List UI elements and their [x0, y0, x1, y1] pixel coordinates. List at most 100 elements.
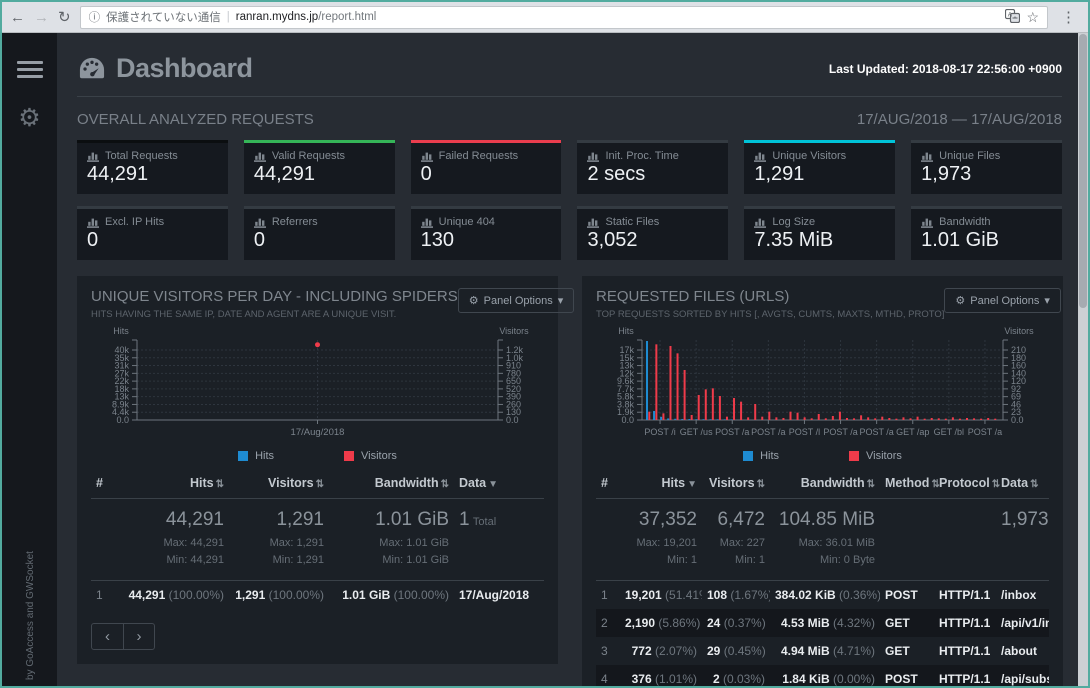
browser-menu-icon[interactable]: ⋮ — [1057, 8, 1080, 26]
col-visitors[interactable]: Visitors⇅ — [229, 468, 329, 499]
requested-files-chart: HitsVisitors0.00.01.9k233.8k465.8k697.7k… — [596, 324, 1049, 450]
scrollbar-thumb[interactable] — [1079, 34, 1087, 308]
metric-value: 2 secs — [587, 163, 718, 186]
col-hits[interactable]: Hits⇅ — [119, 468, 229, 499]
bar-chart-icon — [587, 151, 600, 162]
metric-card: Unique 404130 — [411, 206, 562, 260]
col-rank[interactable]: # — [91, 468, 119, 499]
col-bandwidth[interactable]: Bandwidth⇅ — [770, 468, 880, 499]
chart-legend: Hits Visitors — [596, 450, 1049, 462]
panel-options-button[interactable]: ⚙ Panel Options ▾ — [458, 288, 575, 313]
table-row[interactable]: 4376 (1.01%)2 (0.03%)1.84 KiB (0.00%)POS… — [596, 665, 1049, 686]
metric-value: 44,291 — [87, 163, 218, 186]
pagination: ‹ › — [91, 623, 155, 650]
metric-value: 3,052 — [587, 229, 718, 252]
svg-text:POST /l: POST /l — [789, 427, 820, 437]
info-icon[interactable]: ⓘ — [89, 9, 101, 25]
svg-text:GET /bl: GET /bl — [934, 427, 964, 437]
address-bar[interactable]: ⓘ 保護されていない通信 | ranran.mydns.jp/report.ht… — [80, 6, 1048, 29]
table-row[interactable]: 22,190 (5.86%)24 (0.37%)4.53 MiB (4.32%)… — [596, 609, 1049, 637]
menu-icon[interactable] — [17, 61, 43, 78]
col-hits[interactable]: Hits▼ — [620, 468, 702, 499]
browser-toolbar: ← → ↻ ⓘ 保護されていない通信 | ranran.mydns.jp/rep… — [2, 2, 1088, 33]
svg-text:POST /a: POST /a — [968, 427, 1002, 437]
panel-unique-visitors: UNIQUE VISITORS PER DAY - INCLUDING SPID… — [77, 276, 558, 664]
metric-label: Log Size — [772, 216, 815, 228]
metric-card: Unique Files1,973 — [911, 140, 1062, 194]
panel-subtitle: TOP REQUESTS SORTED BY HITS [, AVGTS, CU… — [596, 309, 944, 320]
panels: UNIQUE VISITORS PER DAY - INCLUDING SPID… — [77, 276, 1062, 686]
col-protocol[interactable]: Protocol⇅ — [934, 468, 996, 499]
metric-card: Excl. IP Hits0 — [77, 206, 228, 260]
metric-label: Unique Visitors — [772, 150, 846, 162]
overview-section-header: OVERALL ANALYZED REQUESTS 17/AUG/2018 — … — [77, 111, 1062, 128]
svg-text:A: A — [1008, 11, 1013, 18]
svg-text:17/Aug/2018: 17/Aug/2018 — [291, 427, 345, 438]
summary-row: 44,291Max: 44,291Min: 44,291 1,291Max: 1… — [91, 499, 544, 581]
metric-card: Referrers0 — [244, 206, 395, 260]
bar-chart-icon — [921, 151, 934, 162]
requests-table: # Hits▼ Visitors⇅ Bandwidth⇅ Method⇅ Pro… — [596, 468, 1049, 686]
table-row[interactable]: 119,201 (51.41%)108 (1.67%)384.02 KiB (0… — [596, 581, 1049, 610]
page-scrollbar[interactable] — [1078, 33, 1088, 686]
table-row[interactable]: 1 44,291 (100.00%) 1,291 (100.00%) 1.01 … — [91, 581, 544, 610]
panel-subtitle: HITS HAVING THE SAME IP, DATE AND AGENT … — [91, 309, 458, 320]
col-rank[interactable]: # — [596, 468, 620, 499]
back-icon[interactable]: ← — [10, 10, 25, 25]
security-label: 保護されていない通信 — [106, 9, 221, 25]
svg-text:17k: 17k — [619, 345, 634, 355]
metric-value: 1,291 — [754, 163, 885, 186]
forward-icon[interactable]: → — [34, 10, 49, 25]
metric-value: 0 — [421, 163, 552, 186]
visitors-swatch — [344, 451, 354, 461]
col-data[interactable]: Data▼ — [454, 468, 544, 499]
translate-icon[interactable]: A — [1005, 9, 1020, 26]
next-page-button[interactable]: › — [123, 624, 154, 649]
col-visitors[interactable]: Visitors⇅ — [702, 468, 770, 499]
visitors-table: # Hits⇅ Visitors⇅ Bandwidth⇅ Data▼ 44,29… — [91, 468, 544, 609]
metric-value: 1,973 — [921, 163, 1052, 186]
sort-icon: ▼ — [488, 479, 498, 490]
svg-text:POST /a: POST /a — [859, 427, 893, 437]
date-range: 17/AUG/2018 — 17/AUG/2018 — [857, 111, 1062, 128]
svg-text:Hits: Hits — [113, 326, 129, 336]
hits-swatch — [238, 451, 248, 461]
panel-title: REQUESTED FILES (URLS) — [596, 288, 944, 305]
metric-card: Total Requests44,291 — [77, 140, 228, 194]
table-row[interactable]: 3772 (2.07%)29 (0.45%)4.94 MiB (4.71%)GE… — [596, 637, 1049, 665]
credit-text: by GoAccess and GWSocket — [25, 551, 36, 680]
page-title: Dashboard — [116, 53, 253, 84]
settings-gear-icon[interactable]: ⚙ — [2, 106, 57, 131]
sort-icon: ⇅ — [757, 479, 765, 490]
svg-text:POST /a: POST /a — [751, 427, 785, 437]
svg-text:POST /i: POST /i — [644, 427, 675, 437]
prev-page-button[interactable]: ‹ — [92, 624, 123, 649]
col-method[interactable]: Method⇅ — [880, 468, 934, 499]
bar-chart-icon — [587, 217, 600, 228]
sort-icon: ⇅ — [441, 479, 449, 490]
bar-chart-icon — [87, 151, 100, 162]
panel-options-button[interactable]: ⚙ Panel Options ▾ — [944, 288, 1061, 313]
bookmark-star-icon[interactable]: ☆ — [1026, 10, 1039, 24]
col-bandwidth[interactable]: Bandwidth⇅ — [329, 468, 454, 499]
metric-label: Referrers — [272, 216, 318, 228]
reload-icon[interactable]: ↻ — [58, 10, 71, 25]
url-text: ranran.mydns.jp/report.html — [236, 11, 377, 23]
sort-icon: ⇅ — [992, 479, 1000, 490]
metric-label: Init. Proc. Time — [605, 150, 678, 162]
panel-title: UNIQUE VISITORS PER DAY - INCLUDING SPID… — [91, 288, 458, 305]
bar-chart-icon — [421, 151, 434, 162]
metric-card: Failed Requests0 — [411, 140, 562, 194]
browser-window: ← → ↻ ⓘ 保護されていない通信 | ranran.mydns.jp/rep… — [0, 0, 1090, 688]
bar-chart-icon — [254, 217, 267, 228]
unique-visitors-chart: HitsVisitors0.00.04.4k1308.9k26013k39018… — [91, 324, 544, 450]
col-data[interactable]: Data⇅ — [996, 468, 1049, 499]
chevron-down-icon: ▾ — [558, 294, 564, 307]
metric-label: Valid Requests — [272, 150, 345, 162]
metric-label: Unique 404 — [439, 216, 495, 228]
summary-row: 37,352Max: 19,201Min: 1 6,472Max: 227Min… — [596, 499, 1049, 581]
svg-text:GET /us: GET /us — [680, 427, 713, 437]
metric-value: 0 — [87, 229, 218, 252]
app-brand: Dashboard — [77, 53, 253, 84]
gear-icon: ⚙ — [469, 294, 479, 307]
